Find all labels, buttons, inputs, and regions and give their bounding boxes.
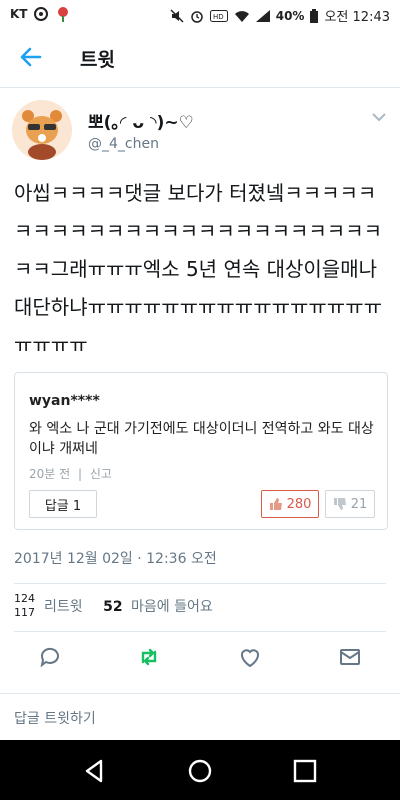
tweet-author: 뽀(｡◜ ᴗ ◝)~♡ @_4_chen xyxy=(0,100,400,170)
signal-icon xyxy=(255,9,270,22)
retweet-icon[interactable] xyxy=(137,645,161,669)
system-nav-bar xyxy=(0,740,400,800)
wifi-icon xyxy=(234,10,249,22)
thumbs-down-icon xyxy=(333,498,346,510)
comment-dislike-button[interactable]: 21 xyxy=(325,490,375,518)
comment-reply-button[interactable]: 답글 1 xyxy=(29,490,97,518)
carrier-label: KT xyxy=(10,7,28,21)
bear-avatar-icon xyxy=(12,100,72,160)
svg-text:HD: HD xyxy=(213,13,224,21)
heart-icon[interactable] xyxy=(238,645,262,669)
nav-recents-icon[interactable] xyxy=(292,758,318,784)
dislike-count: 21 xyxy=(350,496,368,512)
tweet-timestamp: 2017년 12월 02일 · 12:36 오전 xyxy=(14,551,217,567)
hd-icon: HD xyxy=(209,9,228,22)
sync-icon xyxy=(34,7,49,21)
comment-like-button[interactable]: 280 xyxy=(261,490,319,518)
tweet-text: 아씹ㅋㅋㅋㅋ댓글 보다가 터졌넼ㅋㅋㅋㅋㅋㅋㅋㅋㅋㅋㅋㅋㅋㅋㅋㅋㅋㅋㅋㅋㅋㅋㅋㅋ… xyxy=(14,181,382,357)
display-name[interactable]: 뽀(｡◜ ᴗ ◝)~♡ xyxy=(88,108,194,133)
retweet-count-cutoff: 124 117 xyxy=(14,592,35,619)
comment-username: wyan**** xyxy=(29,393,100,409)
avatar[interactable] xyxy=(12,100,72,160)
status-bar: KT HD 40% 오전 12:43 xyxy=(0,0,400,27)
alarm-icon xyxy=(190,10,203,23)
thumbs-up-icon xyxy=(269,498,282,510)
likes-count[interactable]: 52 xyxy=(103,599,122,615)
comment-text: 와 엑소 나 군대 가기전에도 대상이더니 전역하고 와도 대상이냐 개쩌네 xyxy=(29,421,374,457)
user-handle[interactable]: @_4_chen xyxy=(88,136,159,152)
reply-icon[interactable] xyxy=(38,645,62,669)
likes-label[interactable]: 마음에 들어요 xyxy=(131,599,213,615)
battery-percent: 40% xyxy=(275,8,305,23)
page-title: 트윗 xyxy=(80,49,115,71)
comment-time: 20분 전 xyxy=(29,467,71,481)
chevron-down-icon[interactable] xyxy=(372,112,386,122)
back-arrow-icon[interactable] xyxy=(18,44,44,70)
mail-icon[interactable] xyxy=(338,645,362,669)
top-bar: 트윗 xyxy=(0,27,400,88)
rose-icon xyxy=(58,7,69,22)
nav-back-icon[interactable] xyxy=(82,758,108,784)
divider xyxy=(14,583,386,584)
tweet-actions xyxy=(0,645,400,675)
retweets-label[interactable]: 리트윗 xyxy=(44,599,83,615)
nav-home-icon[interactable] xyxy=(187,758,213,784)
comment-meta: 20분 전 | 신고 xyxy=(29,465,116,482)
battery-icon xyxy=(310,8,319,23)
meta-separator: | xyxy=(78,467,83,481)
reply-bar[interactable]: 답글 트윗하기 xyxy=(0,693,400,740)
like-count: 280 xyxy=(286,496,312,512)
reply-placeholder[interactable]: 답글 트윗하기 xyxy=(14,708,96,728)
report-link[interactable]: 신고 xyxy=(90,467,112,481)
clock: 오전 12:43 xyxy=(324,10,390,25)
mute-icon xyxy=(170,8,184,23)
quoted-comment-card[interactable]: wyan**** 와 엑소 나 군대 가기전에도 대상이더니 전역하고 와도 대… xyxy=(14,372,388,530)
tweet-stats: 124 117 리트윗 52 마음에 들어요 xyxy=(14,592,386,626)
divider xyxy=(14,631,386,632)
